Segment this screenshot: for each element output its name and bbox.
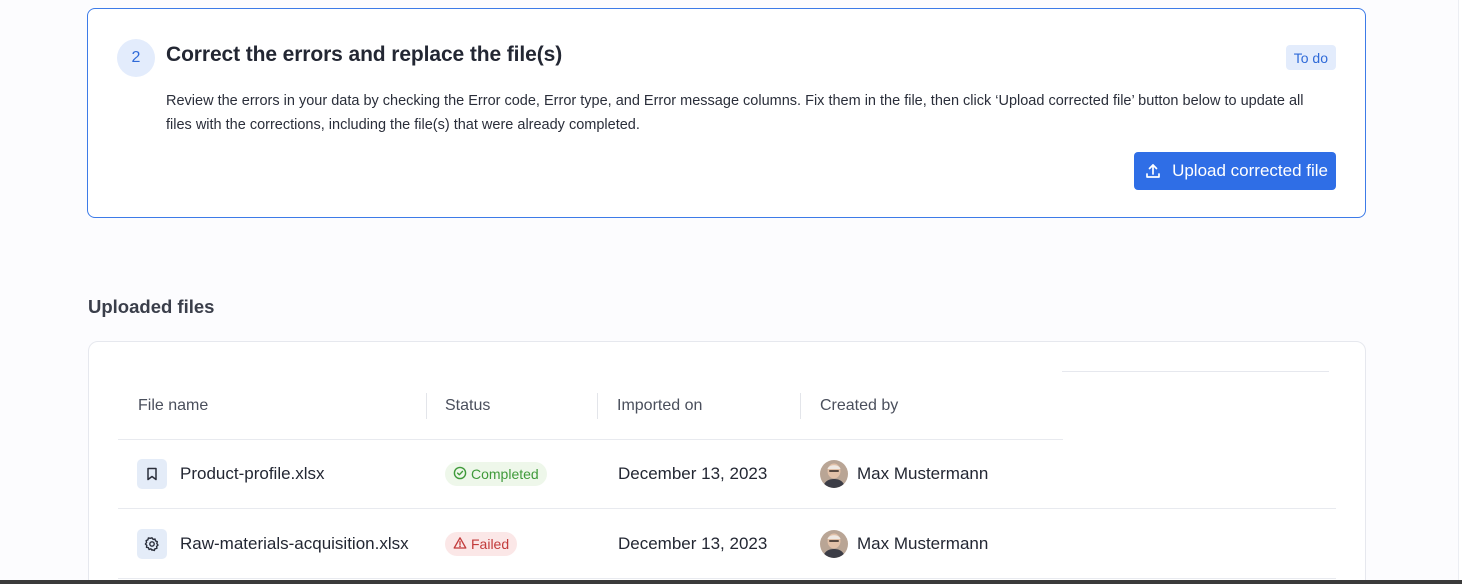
divider: [1062, 371, 1329, 372]
upload-corrected-file-button[interactable]: Upload corrected file: [1134, 152, 1336, 190]
status-badge: Failed: [445, 532, 518, 556]
column-header-created-by[interactable]: Created by: [820, 397, 898, 415]
header-divider: [118, 439, 1063, 440]
imported-date: December 13, 2023: [618, 534, 768, 553]
window-edge: [0, 580, 1462, 584]
step-description: Review the errors in your data by checki…: [166, 93, 1304, 133]
imported-date: December 13, 2023: [618, 464, 768, 483]
window-edge: [1458, 0, 1462, 584]
upload-button-label: Upload corrected file: [1172, 161, 1328, 180]
column-divider: [426, 393, 427, 419]
uploaded-files-table: File name Status Imported on Created by …: [88, 341, 1366, 584]
column-header-status[interactable]: Status: [445, 397, 490, 415]
step-title: Correct the errors and replace the file(…: [166, 43, 563, 66]
upload-icon: [1144, 162, 1162, 180]
row-divider: [118, 578, 1336, 579]
status-badge: Completed: [445, 462, 547, 486]
step-card: 2 Correct the errors and replace the fil…: [87, 8, 1366, 218]
creator-name: Max Mustermann: [857, 534, 989, 553]
warning-triangle-icon: [453, 536, 467, 553]
avatar: [820, 460, 848, 488]
column-divider: [597, 393, 598, 419]
bookmark-icon: [137, 459, 167, 489]
step-number: 2: [117, 39, 155, 77]
file-name[interactable]: Product-profile.xlsx: [180, 464, 325, 484]
creator-name: Max Mustermann: [857, 464, 989, 483]
column-header-file-name[interactable]: File name: [138, 397, 208, 415]
gear-icon: [137, 529, 167, 559]
status-label: Failed: [471, 536, 510, 552]
check-circle-icon: [453, 466, 467, 483]
status-badge: To do: [1285, 45, 1336, 70]
row-divider: [118, 508, 1336, 509]
status-label: Completed: [471, 466, 539, 482]
file-name[interactable]: Raw-materials-acquisition.xlsx: [180, 534, 409, 554]
column-divider: [800, 393, 801, 419]
column-header-imported-on[interactable]: Imported on: [617, 397, 702, 415]
avatar: [820, 530, 848, 558]
section-title: Uploaded files: [88, 296, 215, 317]
